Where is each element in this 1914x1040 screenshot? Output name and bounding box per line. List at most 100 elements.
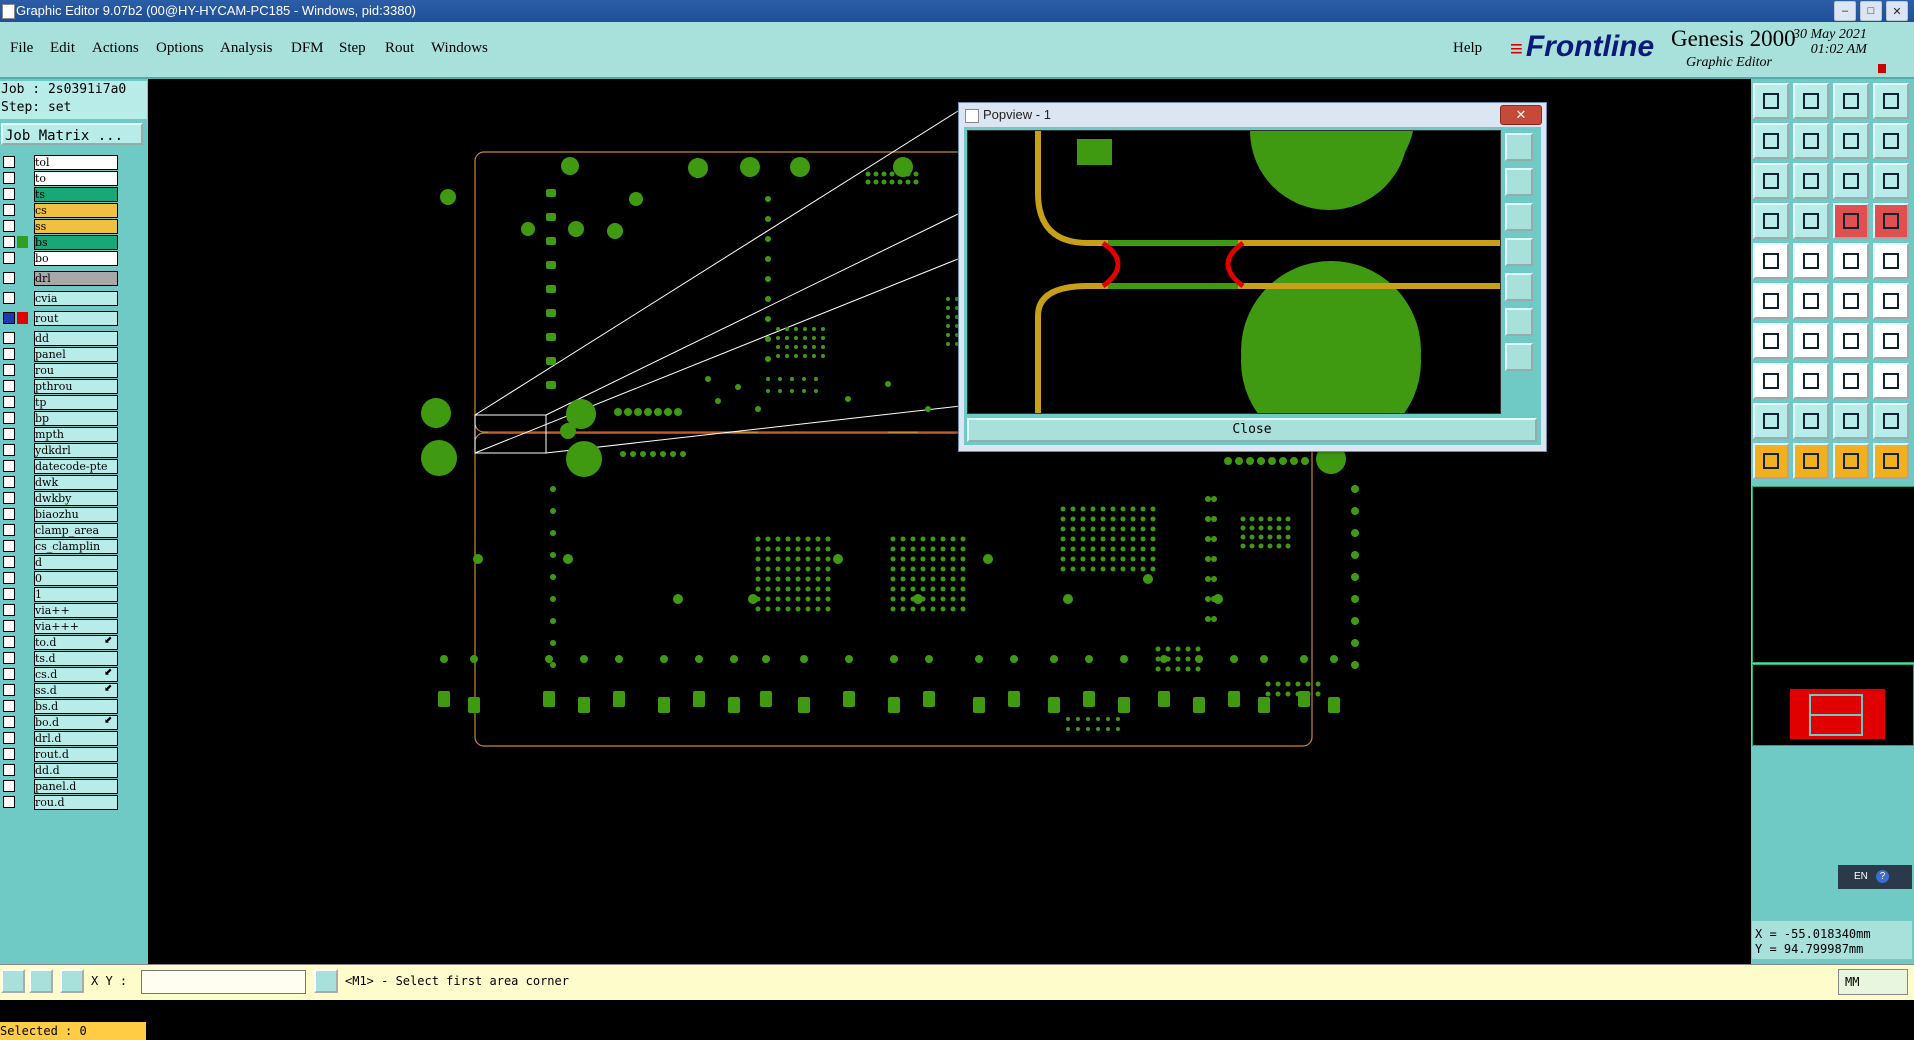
layer-name[interactable]: via+++ bbox=[34, 619, 118, 634]
layer-checkbox[interactable] bbox=[3, 492, 15, 504]
layer-checkbox[interactable] bbox=[3, 364, 15, 376]
layer-row-ydkdrl[interactable]: ydkdrl bbox=[0, 443, 120, 458]
redraw-icon[interactable] bbox=[1833, 123, 1869, 159]
xy-input[interactable] bbox=[141, 970, 306, 994]
net-icon[interactable] bbox=[1833, 363, 1869, 399]
measure-icon[interactable] bbox=[29, 969, 53, 993]
popview-tool-1[interactable] bbox=[1505, 133, 1533, 161]
mirror-lr-icon[interactable] bbox=[1873, 203, 1909, 239]
layer-name[interactable]: to bbox=[34, 171, 118, 186]
layer-color-swatch[interactable] bbox=[17, 236, 28, 248]
layer-checkbox[interactable] bbox=[3, 272, 15, 284]
layer-checkbox[interactable] bbox=[3, 412, 15, 424]
ruler-icon[interactable] bbox=[1833, 243, 1869, 279]
pad-icon[interactable] bbox=[1753, 363, 1789, 399]
layer-row-panel-d[interactable]: panel.d bbox=[0, 779, 120, 794]
layer-row-rout-d[interactable]: rout.d bbox=[0, 747, 120, 762]
layer-row-d[interactable]: d bbox=[0, 555, 120, 570]
layer-checkbox[interactable] bbox=[3, 332, 15, 344]
popview-tool-3[interactable] bbox=[1505, 203, 1533, 231]
layer-row-drl[interactable]: drl bbox=[0, 271, 120, 286]
layer-name[interactable]: 1 bbox=[34, 587, 118, 602]
layer-name[interactable]: rou bbox=[34, 363, 118, 378]
zoom-in-icon[interactable] bbox=[1753, 163, 1789, 199]
arc-icon[interactable] bbox=[1833, 323, 1869, 359]
layer-name[interactable]: mpth bbox=[34, 427, 118, 442]
select-step-icon[interactable] bbox=[1873, 443, 1909, 479]
layers-icon[interactable] bbox=[1873, 123, 1909, 159]
layer-checkbox[interactable] bbox=[3, 428, 15, 440]
cross-icon[interactable] bbox=[1793, 283, 1829, 319]
slant-line-icon[interactable] bbox=[1873, 283, 1909, 319]
layer-row-cs-clamplin[interactable]: cs_clamplin bbox=[0, 539, 120, 554]
mini-map[interactable] bbox=[1752, 664, 1914, 746]
layer-name[interactable]: drl.d bbox=[34, 731, 118, 746]
zoom-out-icon[interactable] bbox=[1793, 163, 1829, 199]
snap-icon[interactable] bbox=[1753, 203, 1789, 239]
layer-name[interactable]: clamp_area bbox=[34, 523, 118, 538]
menu-windows[interactable]: Windows bbox=[431, 40, 488, 57]
layer-name[interactable]: biaozhu bbox=[34, 507, 118, 522]
menu-options[interactable]: Options bbox=[156, 40, 204, 57]
layer-name[interactable]: ydkdrl bbox=[34, 443, 118, 458]
input-indicator[interactable]: EN ? bbox=[1838, 865, 1912, 889]
select-arrow-2-icon[interactable] bbox=[1793, 443, 1829, 479]
layer-row-ts[interactable]: ts bbox=[0, 187, 120, 202]
layer-checkbox[interactable] bbox=[3, 716, 15, 728]
layer-checkbox[interactable] bbox=[3, 476, 15, 488]
layer-name[interactable]: 0 bbox=[34, 571, 118, 586]
layer-checkbox[interactable] bbox=[3, 172, 15, 184]
layer-checkbox[interactable] bbox=[3, 764, 15, 776]
menu-file[interactable]: File bbox=[10, 40, 33, 57]
rout-lines-icon[interactable] bbox=[1873, 323, 1909, 359]
layer-checkbox[interactable] bbox=[3, 524, 15, 536]
menu-actions[interactable]: Actions bbox=[92, 40, 139, 57]
layer-checkbox[interactable] bbox=[3, 604, 15, 616]
select-arrow-icon[interactable] bbox=[1753, 443, 1789, 479]
popview-tool-4[interactable] bbox=[1505, 238, 1533, 266]
menu-rout[interactable]: Rout bbox=[385, 40, 414, 57]
layer-checkbox[interactable] bbox=[3, 636, 15, 648]
maximize-button[interactable]: □ bbox=[1860, 1, 1882, 21]
minimize-button[interactable]: – bbox=[1834, 1, 1856, 21]
measure-icon[interactable] bbox=[1793, 243, 1829, 279]
zoom-box-icon[interactable] bbox=[1, 969, 25, 993]
layer-checkbox[interactable] bbox=[3, 292, 15, 304]
layer-name[interactable]: bo bbox=[34, 251, 118, 266]
layer-name[interactable]: rou.d bbox=[34, 795, 118, 810]
layer-row-bs-d[interactable]: bs.d bbox=[0, 699, 120, 714]
layer-checkbox[interactable] bbox=[3, 572, 15, 584]
layer-name[interactable]: datecode-pte bbox=[34, 459, 118, 474]
help-icon[interactable]: ? bbox=[1876, 870, 1889, 883]
layer-name[interactable]: tol bbox=[34, 155, 118, 170]
camera-icon[interactable] bbox=[1753, 243, 1789, 279]
menu-edit[interactable]: Edit bbox=[50, 40, 75, 57]
layer-name[interactable]: tp bbox=[34, 395, 118, 410]
layer-name[interactable]: dwkby bbox=[34, 491, 118, 506]
zoom-1-2-icon[interactable] bbox=[1833, 163, 1869, 199]
popview-tool-5[interactable] bbox=[1505, 273, 1533, 301]
layer-checkbox[interactable] bbox=[3, 508, 15, 520]
layer-row-via-[interactable]: via+++ bbox=[0, 619, 120, 634]
layer-name[interactable]: cvia bbox=[34, 291, 118, 306]
layer-row-bo[interactable]: bo bbox=[0, 251, 120, 266]
line-icon[interactable] bbox=[1833, 283, 1869, 319]
layer-row-datecode-pte[interactable]: datecode-pte bbox=[0, 459, 120, 474]
layer-row-mpth[interactable]: mpth bbox=[0, 427, 120, 442]
popview-tool-7[interactable] bbox=[1505, 343, 1533, 371]
popview-close-button[interactable]: Close bbox=[967, 418, 1537, 442]
layer-row-bo-d[interactable]: bo.d ⬋ bbox=[0, 715, 120, 730]
layer-row-1[interactable]: 1 bbox=[0, 587, 120, 602]
layer-name[interactable]: via++ bbox=[34, 603, 118, 618]
layer-row-tol[interactable]: tol bbox=[0, 155, 120, 170]
menu-help[interactable]: Help bbox=[1453, 40, 1482, 57]
layer-checkbox[interactable] bbox=[3, 796, 15, 808]
layer-name[interactable]: d bbox=[34, 555, 118, 570]
layer-name[interactable]: rout.d bbox=[34, 747, 118, 762]
layer-name[interactable]: cs_clamplin bbox=[34, 539, 118, 554]
layer-row-tp[interactable]: tp bbox=[0, 395, 120, 410]
layer-row-cs[interactable]: cs bbox=[0, 203, 120, 218]
layer-checkbox[interactable] bbox=[3, 684, 15, 696]
home-icon[interactable] bbox=[1753, 83, 1789, 119]
draw-slant-icon[interactable] bbox=[1793, 323, 1829, 359]
